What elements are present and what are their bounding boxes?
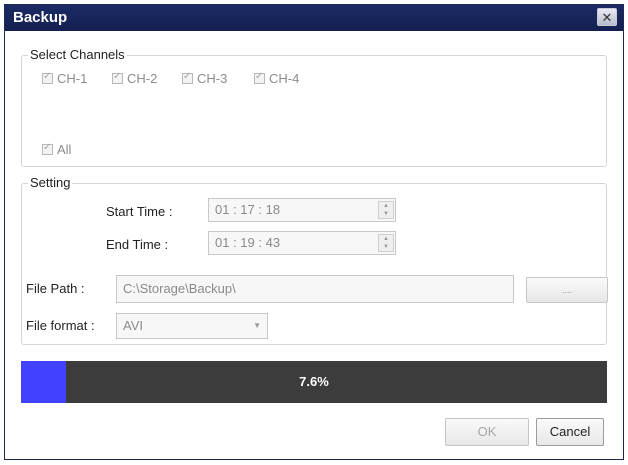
file-path-input[interactable]: C:\Storage\Backup\ bbox=[116, 275, 514, 303]
close-icon[interactable]: ✕ bbox=[597, 8, 617, 26]
file-format-label: File format : bbox=[26, 318, 95, 333]
start-time-value: 01 : 17 : 18 bbox=[215, 202, 281, 217]
channel-label: CH-1 bbox=[57, 71, 88, 86]
channel-label: CH-3 bbox=[197, 71, 228, 86]
file-format-select[interactable]: AVI ▼ bbox=[116, 313, 268, 339]
all-channels-checkbox[interactable]: All bbox=[42, 142, 71, 157]
setting-legend: Setting bbox=[28, 175, 73, 190]
dialog-title: Backup bbox=[13, 9, 68, 26]
file-path-value: C:\Storage\Backup\ bbox=[123, 281, 236, 296]
select-channels-group: Select Channels CH-1 CH-2 CH-3 CH-4 All bbox=[21, 47, 607, 167]
cancel-label: Cancel bbox=[549, 424, 591, 439]
start-time-input[interactable]: 01 : 17 : 18 ▲ ▼ bbox=[208, 198, 396, 222]
end-time-spinner[interactable]: ▲ ▼ bbox=[378, 234, 394, 252]
checkbox-icon bbox=[254, 71, 265, 84]
chevron-down-icon: ▼ bbox=[253, 321, 261, 330]
checkbox-icon bbox=[112, 71, 123, 84]
channel-label: CH-4 bbox=[269, 71, 300, 86]
progress-text: 7.6% bbox=[299, 374, 329, 389]
cancel-button[interactable]: Cancel bbox=[536, 418, 604, 446]
setting-group: Setting Start Time : 01 : 17 : 18 ▲ ▼ End… bbox=[21, 175, 608, 345]
browse-label: .... bbox=[561, 285, 572, 295]
checkbox-icon bbox=[42, 142, 53, 155]
end-time-input[interactable]: 01 : 19 : 43 ▲ ▼ bbox=[208, 231, 396, 255]
channel-checkbox-3[interactable]: CH-3 bbox=[182, 71, 227, 86]
browse-button[interactable]: .... bbox=[526, 277, 608, 303]
channel-checkbox-2[interactable]: CH-2 bbox=[112, 71, 157, 86]
end-time-value: 01 : 19 : 43 bbox=[215, 235, 281, 250]
checkbox-icon bbox=[182, 71, 193, 84]
title-bar: Backup ✕ bbox=[5, 5, 623, 31]
start-time-label: Start Time : bbox=[106, 204, 173, 219]
backup-dialog: Backup ✕ Select Channels CH-1 CH-2 CH-3 … bbox=[4, 4, 624, 460]
checkbox-icon bbox=[42, 71, 53, 84]
all-label: All bbox=[57, 142, 72, 157]
channel-checkbox-1[interactable]: CH-1 bbox=[42, 71, 87, 86]
channel-label: CH-2 bbox=[127, 71, 158, 86]
channel-checkbox-4[interactable]: CH-4 bbox=[254, 71, 299, 86]
ok-label: OK bbox=[477, 424, 497, 439]
ok-button[interactable]: OK bbox=[445, 418, 529, 446]
start-time-spinner[interactable]: ▲ ▼ bbox=[378, 201, 394, 219]
file-path-label: File Path : bbox=[26, 281, 85, 296]
select-channels-legend: Select Channels bbox=[28, 47, 127, 62]
end-time-label: End Time : bbox=[106, 237, 169, 252]
file-format-value: AVI bbox=[123, 318, 143, 333]
progress-bar: 7.6% bbox=[21, 361, 607, 403]
